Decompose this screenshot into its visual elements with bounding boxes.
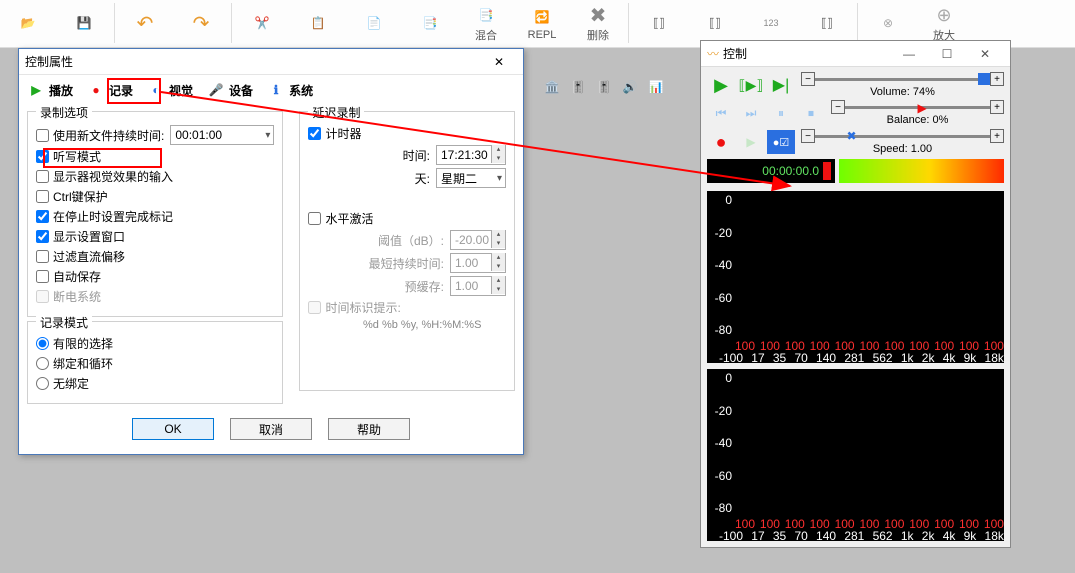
horiz-activate-checkbox[interactable]: 水平激活: [308, 210, 373, 227]
toolbar-t1[interactable]: ⟦⟧: [631, 0, 687, 46]
time-spinner[interactable]: 17:21:30: [436, 145, 506, 165]
speed-label: Speed: 1.00: [801, 143, 1004, 155]
mini-icon-5[interactable]: 📊: [646, 77, 666, 97]
tab-system[interactable]: ℹ系统: [267, 81, 313, 99]
control-panel: 〰控制 — ☐ ✕ ▶ ⟦▶⟧ ▶| −+ Volume: 74% ⏮ ⏭ ⏸ …: [700, 40, 1011, 548]
panel-close[interactable]: ✕: [966, 43, 1004, 65]
delay-record-group: 延迟录制 计时器 时间:17:21:30 天:星期二 水平激活 阈值（dB）:-…: [299, 111, 515, 391]
play-to-end-button[interactable]: ▶|: [767, 73, 795, 97]
mini-icon-2[interactable]: 🎚️: [568, 77, 588, 97]
power-off-checkbox: 断电系统: [36, 288, 101, 305]
dialog-title: 控制属性: [25, 53, 481, 70]
balance-slider[interactable]: −▶+: [831, 100, 1004, 114]
record-play-button[interactable]: ▶: [737, 130, 765, 154]
peaks-bottom: 100100100100100100100100100100100: [707, 517, 1004, 529]
toolbar-undo[interactable]: ↶: [117, 0, 173, 46]
use-duration-checkbox[interactable]: 使用新文件持续时间:: [36, 127, 164, 144]
visual-output-checkbox[interactable]: 显示器视觉效果的输入: [36, 168, 173, 185]
dialog-buttons: OK 取消 帮助: [19, 408, 523, 454]
time-marker-checkbox: 时间标识提示:: [308, 299, 400, 316]
cancel-button[interactable]: 取消: [230, 418, 312, 440]
record-mode-legend: 记录模式: [36, 314, 92, 331]
tab-device[interactable]: 🎤设备: [207, 81, 253, 99]
day-label: 天:: [415, 170, 430, 187]
toolbar-delete[interactable]: ✖删除: [570, 0, 626, 46]
day-combo[interactable]: 星期二: [436, 168, 506, 188]
tab-record[interactable]: ●记录: [87, 81, 133, 99]
panel-icon: 〰: [707, 45, 719, 62]
panel-minimize[interactable]: —: [890, 43, 928, 65]
spectrum-bottom: 0-20-40-60-80 10010010010010010010010010…: [707, 369, 1004, 541]
min-duration-spinner: 1.00: [450, 253, 506, 273]
prebuffer-spinner: 1.00: [450, 276, 506, 296]
volume-label: Volume: 74%: [801, 86, 1004, 98]
duration-combo[interactable]: 00:01:00: [170, 125, 274, 145]
pause-button[interactable]: ⏸: [767, 101, 795, 125]
mini-icon-3[interactable]: 🎚️: [594, 77, 614, 97]
tab-visual[interactable]: ◐视觉: [147, 81, 193, 99]
mini-icon-1[interactable]: 🏛️: [542, 77, 562, 97]
toolbar-mix[interactable]: 📑混合: [458, 0, 514, 46]
bind-loop-radio[interactable]: 绑定和循环: [36, 355, 113, 372]
time-label: 时间:: [403, 147, 430, 164]
help-button[interactable]: 帮助: [328, 418, 410, 440]
speed-slider[interactable]: −✖+: [801, 129, 1004, 143]
tab-play[interactable]: ▶播放: [27, 81, 73, 99]
peaks-top: 100100100100100100100100100100100: [707, 339, 1004, 351]
time-format-text: %d %b %y, %H:%M:%S: [308, 319, 506, 331]
toolbar-paste2[interactable]: 📑: [402, 0, 458, 46]
y-scale-bottom: 0-20-40-60-80: [707, 369, 735, 517]
ok-button[interactable]: OK: [132, 418, 214, 440]
panel-titlebar[interactable]: 〰控制 — ☐ ✕: [701, 41, 1010, 67]
filter-dc-checkbox[interactable]: 过滤直流偏移: [36, 248, 125, 265]
auto-save-checkbox[interactable]: 自动保存: [36, 268, 101, 285]
dictation-mode-checkbox[interactable]: 听写模式: [36, 148, 101, 165]
threshold-spinner: -20.00: [450, 230, 506, 250]
show-settings-checkbox[interactable]: 显示设置窗口: [36, 228, 125, 245]
timer-display: 00:00:00.0: [707, 159, 835, 183]
panel-maximize[interactable]: ☐: [928, 43, 966, 65]
level-meter: [839, 159, 1004, 183]
toolbar-paste[interactable]: 📄: [346, 0, 402, 46]
delay-record-legend: 延迟录制: [308, 104, 364, 121]
timer-checkbox[interactable]: 计时器: [308, 125, 361, 142]
y-scale-top: 0-20-40-60-80: [707, 191, 735, 339]
spectrum-top: 0-20-40-60-80 10010010010010010010010010…: [707, 191, 1004, 363]
toolbar-copy[interactable]: 📋: [290, 0, 346, 46]
control-properties-dialog: 控制属性 ✕ ▶播放 ●记录 ◐视觉 🎤设备 ℹ系统 录制选项 使用新文件持续时…: [18, 48, 524, 455]
prebuffer-label: 预缓存:: [405, 278, 444, 295]
toolbar-redo[interactable]: ↷: [173, 0, 229, 46]
done-marker-checkbox[interactable]: 在停止时设置完成标记: [36, 208, 173, 225]
ctrl-protect-checkbox[interactable]: Ctrl键保护: [36, 188, 108, 205]
threshold-label: 阈值（dB）:: [378, 232, 444, 249]
balance-label: Balance: 0%: [831, 114, 1004, 126]
mini-toolbar: 🏛️ 🎚️ 🎚️ 🔊 📊: [542, 77, 666, 97]
play-button[interactable]: ▶: [707, 73, 735, 97]
volume-slider[interactable]: −+: [801, 72, 1004, 86]
unbound-radio[interactable]: 无绑定: [36, 375, 89, 392]
record-arm-button[interactable]: ●☑: [767, 130, 795, 154]
stop-button[interactable]: ⏹: [797, 101, 825, 125]
mini-icon-4[interactable]: 🔊: [620, 77, 640, 97]
record-button[interactable]: ●: [707, 130, 735, 154]
recording-options-legend: 录制选项: [36, 104, 92, 121]
record-mode-group: 记录模式 有限的选择 绑定和循环 无绑定: [27, 321, 283, 404]
dialog-titlebar[interactable]: 控制属性 ✕: [19, 49, 523, 75]
dialog-tabs: ▶播放 ●记录 ◐视觉 🎤设备 ℹ系统: [19, 75, 523, 107]
dialog-close-button[interactable]: ✕: [481, 52, 517, 72]
speaker-icon: [978, 73, 990, 85]
limited-radio[interactable]: 有限的选择: [36, 335, 113, 352]
min-duration-label: 最短持续时间:: [369, 255, 444, 272]
toolbar-repl[interactable]: 🔁REPL: [514, 0, 570, 46]
recording-options-group: 录制选项 使用新文件持续时间:00:01:00 听写模式 显示器视觉效果的输入 …: [27, 111, 283, 317]
toolbar-open[interactable]: 📂: [0, 0, 56, 46]
forward-button[interactable]: ⏭: [737, 101, 765, 125]
rewind-button[interactable]: ⏮: [707, 101, 735, 125]
play-selection-button[interactable]: ⟦▶⟧: [737, 73, 765, 97]
panel-title: 控制: [723, 45, 747, 62]
toolbar-cut[interactable]: ✂️: [234, 0, 290, 46]
toolbar-save[interactable]: 💾: [56, 0, 112, 46]
